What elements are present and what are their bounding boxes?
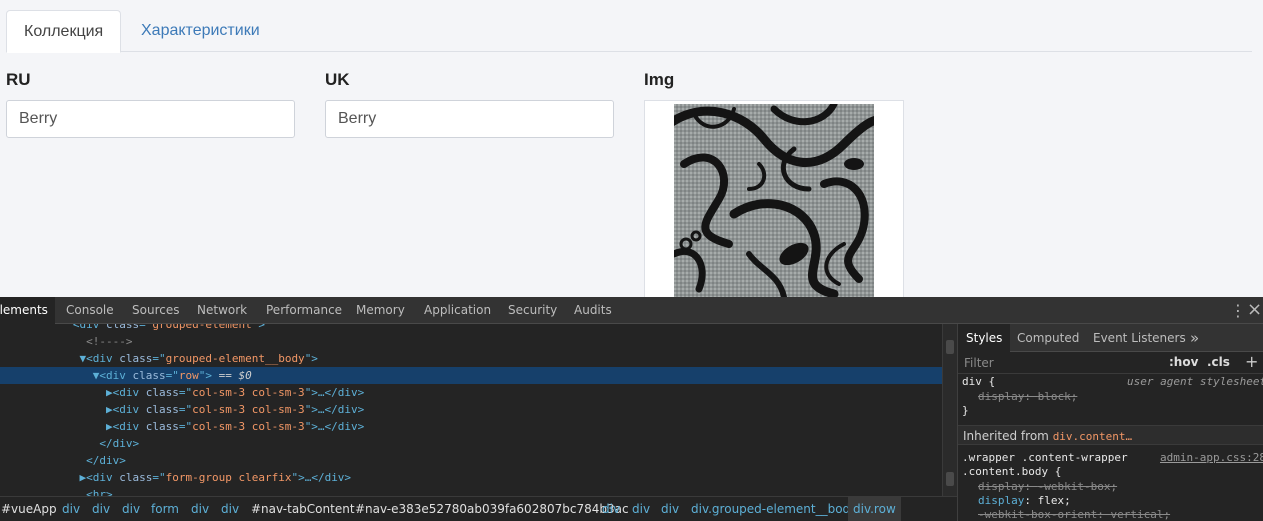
devtools-tab-performance[interactable]: Performance <box>266 297 342 324</box>
img-label: Img <box>644 70 675 89</box>
devtools-tab-sources[interactable]: Sources <box>132 297 179 324</box>
breadcrumb-item[interactable]: div <box>602 497 620 521</box>
scrollbar-thumb[interactable] <box>946 340 954 354</box>
tab-computed[interactable]: Computed <box>1017 324 1079 352</box>
breadcrumb-item[interactable]: div.grouped-element__body <box>691 497 857 521</box>
uk-input[interactable] <box>325 100 614 138</box>
devtools-tab-audits[interactable]: Audits <box>574 297 612 324</box>
rule-property[interactable]: -webkit-box-orient: vertical; <box>978 508 1170 521</box>
breadcrumb-item[interactable]: div <box>661 497 679 521</box>
dom-node[interactable]: ▶<div class="form-group clearfix">…</div… <box>0 469 942 486</box>
tab-collection[interactable]: Коллекция <box>6 10 122 53</box>
devtools-panel: Elements Console Sources Network Perform… <box>0 297 1263 521</box>
ru-input[interactable] <box>6 100 295 138</box>
rule-property[interactable]: display: flex; <box>978 494 1071 507</box>
tab-styles[interactable]: Styles <box>958 324 1011 352</box>
devtools-tab-console[interactable]: Console <box>66 297 114 324</box>
dom-node[interactable]: ▶<div class="col-sm-3 col-sm-3">…</div> <box>0 418 942 435</box>
rule-selector[interactable]: .wrapper .content-wrapper <box>962 451 1128 464</box>
dom-close[interactable]: </div> <box>0 435 942 452</box>
devtools-tab-security[interactable]: Security <box>508 297 557 324</box>
rule-selector[interactable]: div { <box>962 375 995 388</box>
breadcrumb-item[interactable]: div <box>122 497 140 521</box>
dom-close[interactable]: </div> <box>0 452 942 469</box>
breadcrumb-item[interactable]: div <box>191 497 209 521</box>
uk-label: UK <box>325 70 350 89</box>
devtools-tab-network[interactable]: Network <box>197 297 247 324</box>
stylesheet-link[interactable]: admin-app.css:28 <box>1160 451 1263 464</box>
nav-tabs: Коллекция Характеристики <box>6 10 1252 53</box>
dom-node[interactable]: ▼<div class="grouped-element__body"> <box>0 350 942 367</box>
breadcrumb-item[interactable]: div <box>62 497 80 521</box>
dom-scrollbar[interactable] <box>942 324 957 496</box>
devtools-tab-application[interactable]: Application <box>424 297 491 324</box>
inherited-header: Inherited from div.content… <box>958 425 1263 445</box>
hov-toggle[interactable]: :hov <box>1169 355 1198 369</box>
kebab-menu-icon[interactable]: ⋮ <box>1230 303 1246 319</box>
rule-selector[interactable]: .content.body { <box>962 465 1061 478</box>
ru-label: RU <box>6 70 31 89</box>
breadcrumb-item[interactable]: form <box>151 497 179 521</box>
dom-node-selected[interactable]: ▼<div class="row"> == $0 <box>0 367 942 384</box>
tab-characteristics[interactable]: Характеристики <box>124 10 277 52</box>
dom-node[interactable]: <hr> <box>0 486 942 496</box>
tab-event-listeners[interactable]: Event Listeners <box>1093 324 1186 352</box>
styles-pane: Styles Computed Event Listeners » :hov .… <box>957 324 1263 521</box>
dom-tree: <div class="grouped-element"> <!----> ▼<… <box>0 324 942 496</box>
rule-close: } <box>962 404 969 417</box>
dom-node[interactable]: ▶<div class="col-sm-3 col-sm-3">…</div> <box>0 384 942 401</box>
styles-filter-input[interactable] <box>960 354 1160 372</box>
rule-property[interactable]: display: block; <box>978 390 1077 403</box>
breadcrumb-item[interactable]: #nav-e383e52780ab039fa602807bc784b3ac <box>355 497 629 521</box>
dom-node[interactable]: <div class="grouped-element"> <box>0 324 942 333</box>
breadcrumb-item[interactable]: #nav-tabContent <box>251 497 355 521</box>
admin-page: Коллекция Характеристики RU UK Img <box>0 0 1263 297</box>
breadcrumb-item[interactable]: div <box>221 497 239 521</box>
breadcrumb: #vueApp div div div form div div #nav-ta… <box>0 496 957 521</box>
dom-node[interactable]: ▶<div class="col-sm-3 col-sm-3">…</div> <box>0 401 942 418</box>
devtools-tab-elements[interactable]: Elements <box>0 297 55 324</box>
more-tabs-icon[interactable]: » <box>1190 324 1199 352</box>
add-rule-icon[interactable]: + <box>1245 352 1258 371</box>
rule-property[interactable]: display: -webkit-box; <box>978 480 1117 493</box>
fabric-image <box>674 104 874 297</box>
close-icon[interactable]: × <box>1247 301 1262 319</box>
breadcrumb-item-active[interactable]: div.row <box>848 497 901 521</box>
styles-filter-bar: :hov .cls + <box>958 352 1263 374</box>
scrollbar-thumb-lower[interactable] <box>946 472 954 486</box>
devtools-tabbar: Elements Console Sources Network Perform… <box>0 297 1263 324</box>
inherited-selector[interactable]: div.content… <box>1053 430 1132 443</box>
breadcrumb-item[interactable]: #vueApp <box>1 497 57 521</box>
rule-source: user agent stylesheet <box>1127 375 1263 388</box>
dom-comment[interactable]: <!----> <box>0 333 942 350</box>
cls-toggle[interactable]: .cls <box>1207 355 1230 369</box>
breadcrumb-item[interactable]: div <box>92 497 110 521</box>
styles-tabbar: Styles Computed Event Listeners » <box>958 324 1263 352</box>
devtools-tab-memory[interactable]: Memory <box>356 297 405 324</box>
breadcrumb-item[interactable]: div <box>632 497 650 521</box>
